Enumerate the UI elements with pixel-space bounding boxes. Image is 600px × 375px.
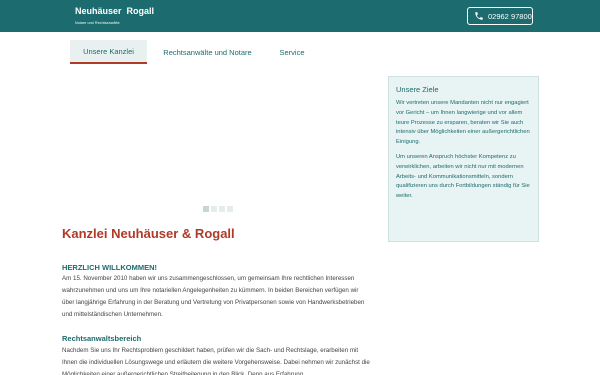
sidebar-box-unsere-ziele: Unsere Ziele Wir vertreten unsere Mandan… — [388, 76, 539, 242]
nav-item-rechtsanwaelte-und-notare[interactable]: Rechtsanwälte und Notare — [150, 40, 265, 64]
top-bar: Neuhäuser Rogall Notare und Rechtsanwält… — [0, 0, 600, 32]
logo-name-left: Neuhäuser — [75, 6, 122, 16]
phone-number: 02962 97800 — [488, 11, 532, 21]
section-heading-rechtsanwaltsbereich: Rechtsanwaltsbereich — [62, 334, 142, 343]
logo[interactable]: Neuhäuser Rogall Notare und Rechtsanwält… — [75, 5, 154, 29]
section-paragraph: Nachdem Sie uns Ihr Rechtsproblem geschi… — [62, 347, 370, 375]
logo-slash — [121, 5, 126, 18]
slider-pagination — [203, 206, 233, 212]
phone-icon — [475, 12, 483, 20]
page-title: Kanzlei Neuhäuser & Rogall — [62, 226, 235, 241]
welcome-heading: HERZLICH WILLKOMMEN! — [62, 263, 157, 272]
nav-item-unsere-kanzlei[interactable]: Unsere Kanzlei — [70, 40, 147, 64]
sidebar-title: Unsere Ziele — [396, 85, 439, 94]
sidebar-paragraph: Wir vertreten unsere Mandanten nicht nur… — [396, 100, 530, 146]
slider-dot[interactable] — [219, 206, 225, 212]
nav-item-service[interactable]: Service — [268, 40, 316, 64]
phone-button[interactable]: 02962 97800 — [467, 7, 533, 25]
logo-name-right: Rogall — [126, 6, 155, 16]
welcome-paragraph: Am 15. November 2010 haben wir uns zusam… — [62, 275, 365, 318]
slider-dot[interactable] — [203, 206, 209, 212]
logo-wordmark: Neuhäuser Rogall — [75, 5, 154, 18]
slider-dot[interactable] — [227, 206, 233, 212]
sidebar-paragraph: Um unseren Anspruch höchster Kompetenz z… — [396, 153, 530, 200]
main-nav: Unsere Kanzlei Rechtsanwälte und Notare … — [0, 32, 600, 64]
slider-dot[interactable] — [211, 206, 217, 212]
logo-subtitle: Notare und Rechtsanwälte — [75, 21, 120, 25]
